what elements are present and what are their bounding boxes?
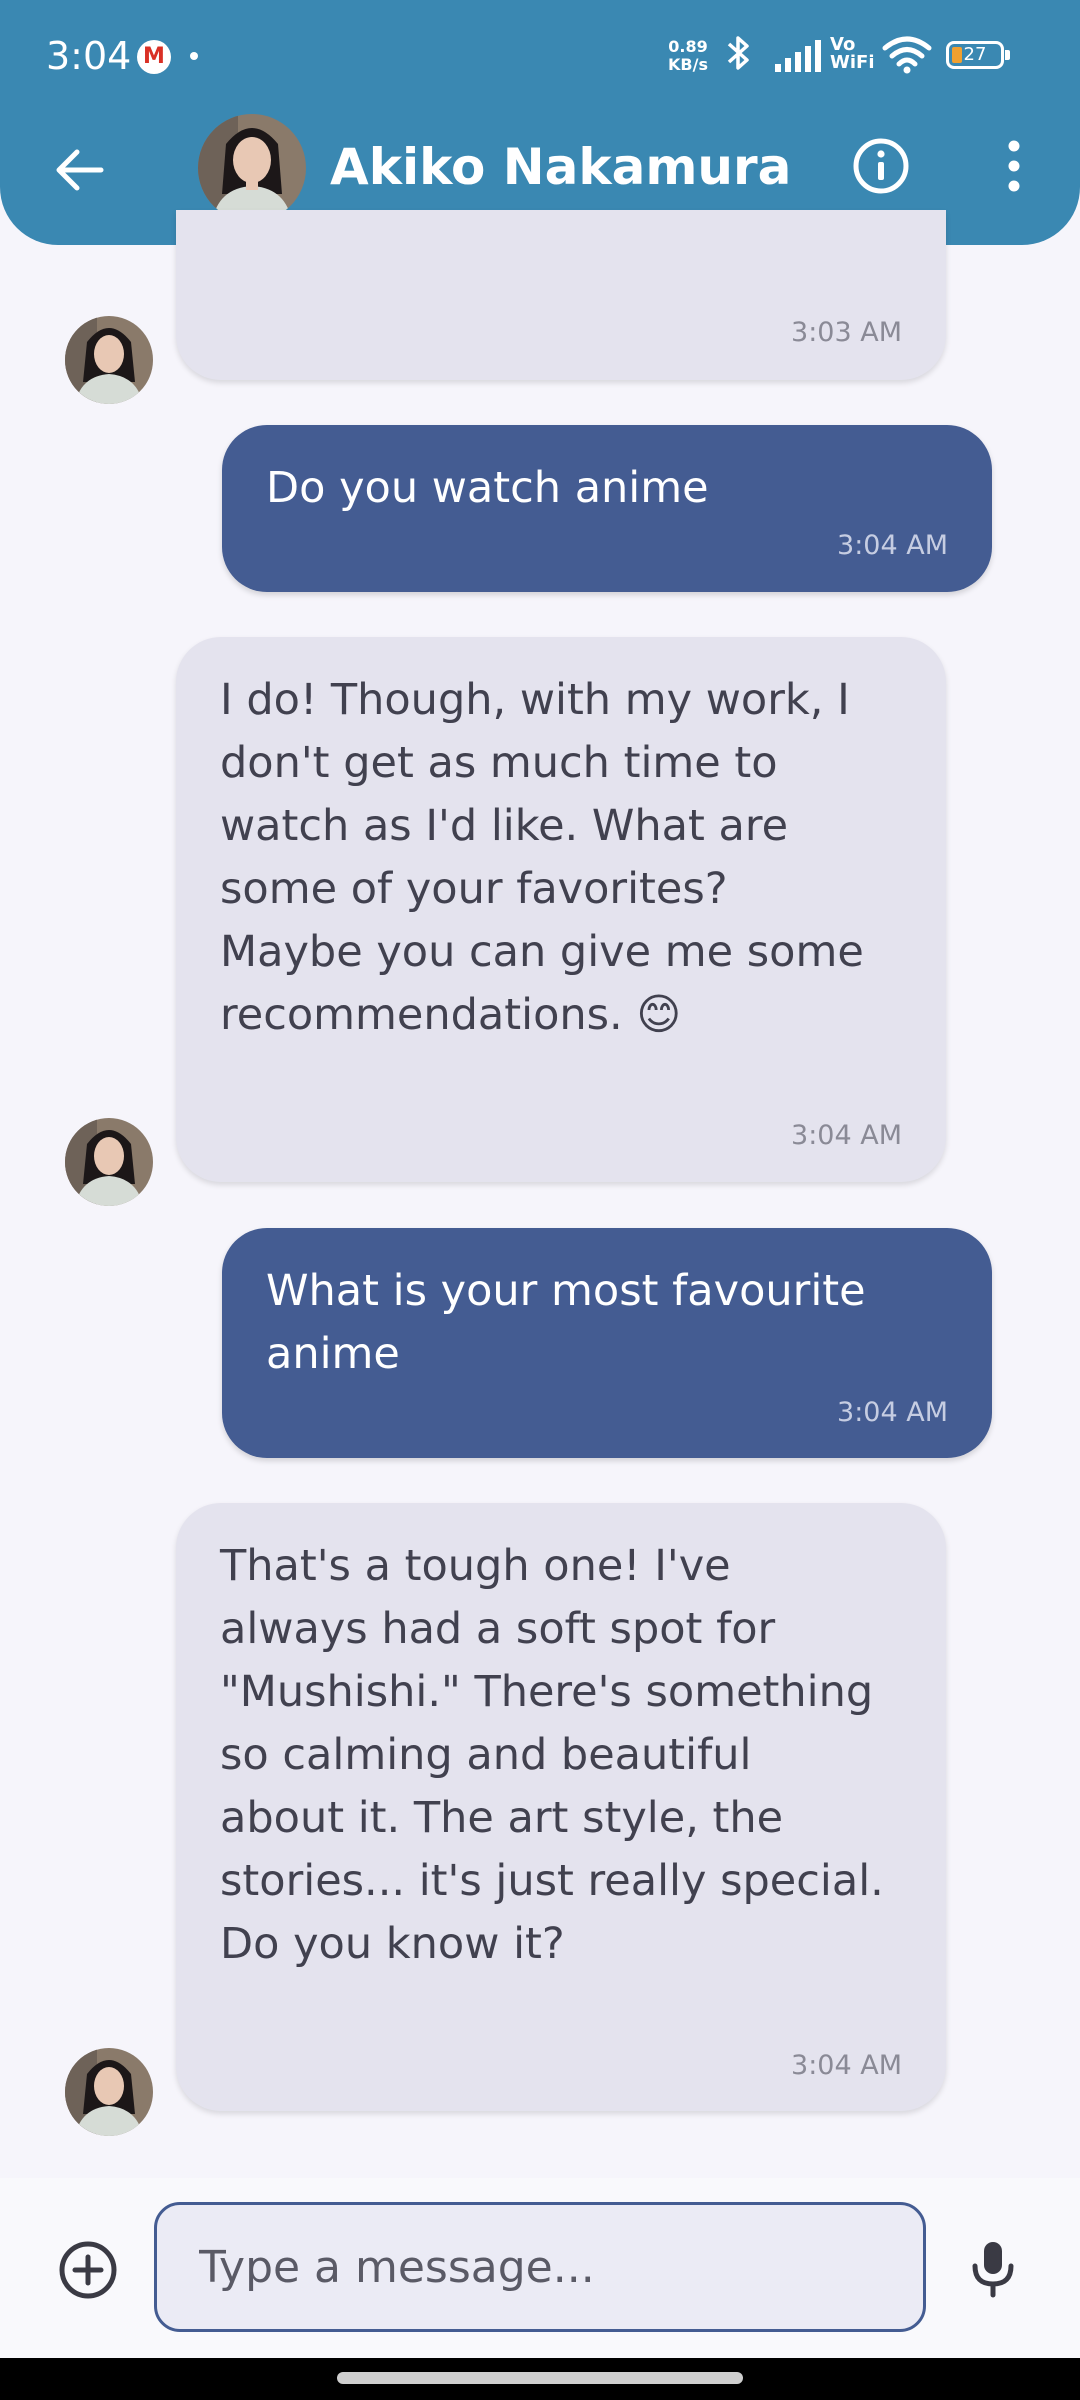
message-bubble-bot[interactable]: 3:03 AM xyxy=(176,210,946,380)
message-text: What is your most favourite anime xyxy=(266,1266,866,1379)
message-bubble-bot[interactable]: That's a tough one! I've always had a so… xyxy=(176,1503,946,2111)
message-text: Do you watch anime xyxy=(266,463,709,513)
info-icon xyxy=(853,138,909,194)
message-time: 3:03 AM xyxy=(791,317,902,348)
network-speed: 0.89 KB/s xyxy=(668,37,708,74)
wifi-icon xyxy=(882,34,932,78)
more-vertical-icon xyxy=(1008,140,1020,192)
battery-level: 27 xyxy=(963,44,987,65)
microphone-icon xyxy=(972,2242,1014,2298)
message-input[interactable] xyxy=(154,2202,926,2332)
message-bubble-bot[interactable]: I do! Though, with my work, I don't get … xyxy=(176,637,946,1182)
notification-dot-icon xyxy=(190,52,198,60)
message-time: 3:04 AM xyxy=(791,1120,902,1151)
contact-name[interactable]: Akiko Nakamura xyxy=(330,138,791,196)
message-time: 3:04 AM xyxy=(791,2050,902,2081)
add-attachment-button[interactable] xyxy=(54,2236,122,2304)
status-time: 3:04 xyxy=(46,34,132,78)
avatar[interactable] xyxy=(65,2048,153,2136)
battery-icon: 27 xyxy=(946,41,1010,69)
gmail-icon: M xyxy=(137,40,171,74)
message-bubble-user[interactable]: Do you watch anime 3:04 AM xyxy=(222,425,992,592)
message-bubble-user[interactable]: What is your most favourite anime 3:04 A… xyxy=(222,1228,992,1458)
status-bar: 3:04 M 0.89 KB/s Vo WiFi 27 xyxy=(0,0,1080,115)
message-time: 3:04 AM xyxy=(837,530,948,561)
signal-icon xyxy=(775,40,823,76)
home-indicator[interactable] xyxy=(337,2372,743,2384)
voice-input-button[interactable] xyxy=(960,2236,1026,2302)
plus-circle-icon xyxy=(59,2241,117,2299)
more-options-button[interactable] xyxy=(982,130,1046,202)
message-text: That's a tough one! I've always had a so… xyxy=(220,1541,884,1969)
back-button[interactable] xyxy=(40,130,120,210)
arrow-left-icon xyxy=(56,149,104,191)
info-button[interactable] xyxy=(845,130,917,202)
avatar[interactable] xyxy=(65,316,153,404)
bluetooth-icon xyxy=(722,32,756,78)
contact-avatar[interactable] xyxy=(198,114,306,222)
message-time: 3:04 AM xyxy=(837,1397,948,1428)
vowifi-indicator: Vo WiFi xyxy=(830,34,875,73)
avatar[interactable] xyxy=(65,1118,153,1206)
message-text: I do! Though, with my work, I don't get … xyxy=(220,675,864,1040)
app-header: 3:04 M 0.89 KB/s Vo WiFi 27 Akiko Nakamu… xyxy=(0,0,1080,245)
